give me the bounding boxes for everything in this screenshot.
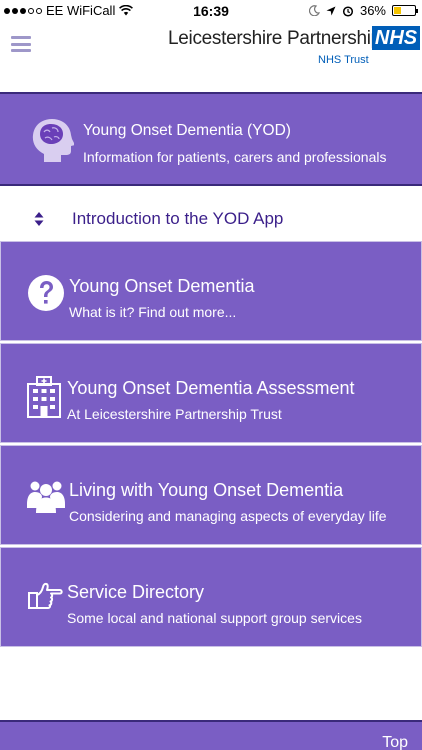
hospital-building-icon <box>27 376 61 418</box>
card-young-onset-dementia[interactable]: Young Onset Dementia What is it? Find ou… <box>0 241 422 341</box>
question-circle-icon <box>28 275 64 311</box>
org-name: Leicestershire Partnership <box>168 28 381 49</box>
intro-label: Introduction to the YOD App <box>72 209 284 228</box>
status-bar: EE WiFiCall 16:39 36% <box>0 0 422 22</box>
banner-title: Young Onset Dementia (YOD) <box>83 122 291 139</box>
hamburger-menu-icon[interactable] <box>11 36 31 52</box>
app-header: Leicestershire Partnership NHS NHS Trust <box>0 22 422 90</box>
nhs-logo: NHS <box>372 26 420 50</box>
people-group-icon <box>27 481 65 513</box>
card-living-with[interactable]: Living with Young Onset Dementia Conside… <box>0 445 422 545</box>
scroll-to-top-link[interactable]: Top <box>382 734 408 750</box>
card-assessment[interactable]: Young Onset Dementia Assessment At Leice… <box>0 343 422 443</box>
footer-bar: Top <box>0 720 422 750</box>
intro-row[interactable]: Introduction to the YOD App <box>0 200 422 238</box>
card-subtitle: What is it? Find out more... <box>69 304 237 320</box>
battery-fill <box>394 7 402 14</box>
moon-icon <box>308 5 320 16</box>
pointing-hand-icon <box>28 582 63 609</box>
battery-percent: 36% <box>359 3 386 18</box>
status-right: 36% <box>308 3 418 18</box>
card-title: Young Onset Dementia <box>69 276 255 296</box>
card-title: Service Directory <box>67 582 205 602</box>
battery-icon <box>392 5 418 16</box>
card-title: Young Onset Dementia Assessment <box>67 378 355 398</box>
banner-subtitle: Information for patients, carers and pro… <box>83 149 387 165</box>
alarm-icon <box>342 5 354 17</box>
card-subtitle: Some local and national support group se… <box>67 610 362 626</box>
card-subtitle: At Leicestershire Partnership Trust <box>67 406 282 422</box>
brain-head-icon <box>32 119 74 162</box>
card-service-directory[interactable]: Service Directory Some local and nationa… <box>0 547 422 647</box>
location-arrow-icon <box>326 6 336 15</box>
trust-name: NHS Trust <box>318 54 369 66</box>
yod-banner: Young Onset Dementia (YOD) Information f… <box>0 92 422 186</box>
card-title: Living with Young Onset Dementia <box>69 480 344 500</box>
sort-arrows-icon <box>34 212 44 226</box>
card-subtitle: Considering and managing aspects of ever… <box>69 508 387 524</box>
